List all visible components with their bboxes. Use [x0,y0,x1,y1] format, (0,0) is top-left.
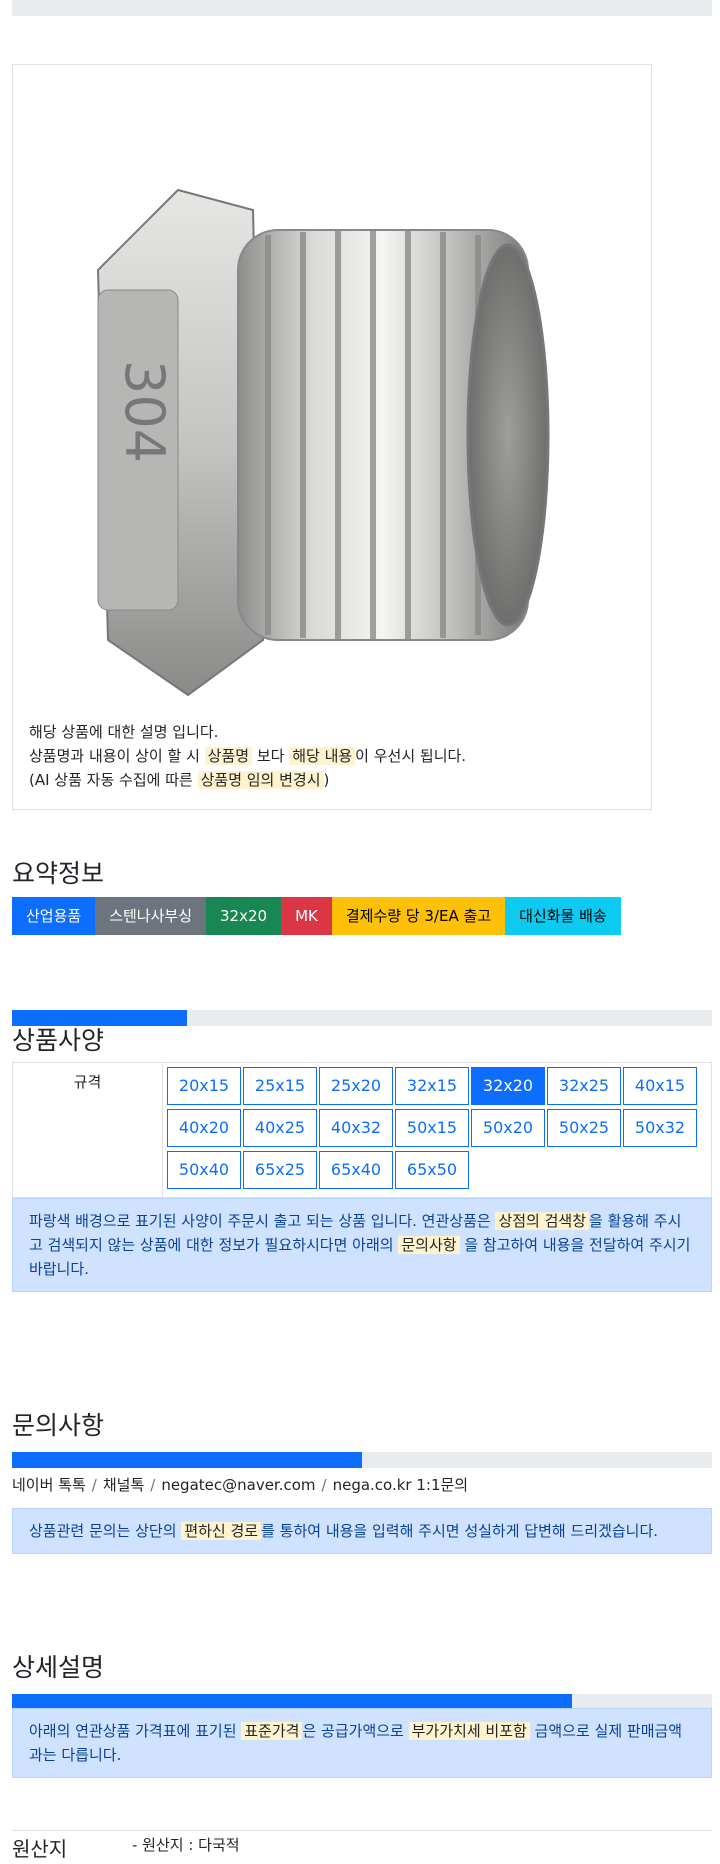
notice-text: 파랑색 배경으로 표기된 사양이 주문시 출고 되는 상품 입니다. 연관상품은 [29,1212,496,1230]
spec-option[interactable]: 25x15 [243,1067,317,1105]
spec-option[interactable]: 32x25 [547,1067,621,1105]
spec-option[interactable]: 40x20 [167,1109,241,1147]
breadcrumb-separator: / [150,1476,156,1494]
badge-quantity: 결제수량 당 3/EA 출고 [331,897,506,935]
spec-option[interactable]: 40x15 [623,1067,697,1105]
spec-options: 20x15 25x15 25x20 32x15 32x20 32x25 40x1… [163,1063,711,1197]
spec-title: 상품사양 [12,1026,105,1055]
highlight-text: 편하신 경로 [181,1522,262,1540]
badge-product-type: 스텐나사부싱 [95,897,207,935]
detail-notice: 아래의 연관상품 가격표에 표기된 표준가격 은 공급가액으로 부가가치세 비포함… [12,1708,712,1778]
detail-title: 상세설명 [12,1653,105,1682]
badge-shipping: 대신화물 배송 [505,897,621,935]
product-description: 해당 상품에 대한 설명 입니다. 상품명과 내용이 상이 할 시 상품명 보다… [29,720,466,792]
breadcrumb-separator: / [91,1476,97,1494]
inquiry-notice: 상품관련 문의는 상단의 편하신 경로 를 통하여 내용을 입력해 주시면 성실하… [12,1508,712,1554]
spec-option[interactable]: 40x25 [243,1109,317,1147]
inquiry-progress-bar [12,1452,712,1468]
notice-text: 은 공급가액으로 [302,1722,409,1740]
notice-text: 아래의 연관상품 가격표에 표기된 [29,1722,242,1740]
spec-option[interactable]: 50x15 [395,1109,469,1147]
description-text: 이 우선시 됩니다. [355,747,467,765]
description-text: ) [323,771,330,789]
spec-progress-bar [12,1010,712,1026]
contact-site-inquiry[interactable]: nega.co.kr 1:1문의 [333,1476,469,1494]
highlight-text: 상품명 임의 변경시 [197,771,324,789]
spec-option[interactable]: 50x40 [167,1151,241,1189]
spec-option[interactable]: 50x32 [623,1109,697,1147]
breadcrumb-separator: / [321,1476,327,1494]
origin-value: - 원산지 : 다국적 [132,1836,240,1854]
spec-option-selected[interactable]: 32x20 [471,1067,545,1105]
spec-label: 규격 [13,1063,163,1197]
spec-option[interactable]: 40x32 [319,1109,393,1147]
summary-title: 요약정보 [12,859,105,888]
highlight-text: 문의사항 [398,1236,460,1254]
spec-option[interactable]: 50x20 [471,1109,545,1147]
description-text: 해당 상품에 대한 설명 입니다. [29,723,219,741]
notice-text: 상품관련 문의는 상단의 [29,1522,182,1540]
description-text: 상품명과 내용이 상이 할 시 [29,747,205,765]
spec-option[interactable]: 32x15 [395,1067,469,1105]
badge-brand: MK [281,897,332,935]
highlight-text: 상점의 검색창 [495,1212,590,1230]
spec-option[interactable]: 65x50 [395,1151,469,1189]
badge-size: 32x20 [206,897,282,935]
origin-label: 원산지 [12,1837,68,1861]
description-line: 해당 상품에 대한 설명 입니다. [29,720,466,744]
summary-badges: 산업용품 스텐나사부싱 32x20 MK 결제수량 당 3/EA 출고 대신화물… [12,897,621,935]
inquiry-title: 문의사항 [12,1411,105,1440]
product-image: 304 [96,188,550,697]
contact-email[interactable]: negatec@naver.com [161,1476,315,1494]
origin-row: 원산지 - 원산지 : 다국적 [12,1830,712,1864]
spec-notice: 파랑색 배경으로 표기된 사양이 주문시 출고 되는 상품 입니다. 연관상품은… [12,1198,712,1292]
notice-text: 를 통하여 내용을 입력해 주시면 성실하게 답변해 드리겠습니다. [261,1522,659,1540]
product-card: 304 해당 상품에 대한 설명 입니다. 상품명과 내용이 상이 할 시 상품… [12,64,652,810]
badge-category: 산업용품 [12,897,96,935]
spec-option[interactable]: 65x40 [319,1151,393,1189]
spec-table: 규격 20x15 25x15 25x20 32x15 32x20 32x25 4… [12,1062,712,1198]
description-text: 보다 [252,747,290,765]
contact-breadcrumb: 네이버 톡톡 / 채널톡 / negatec@naver.com / nega.co.kr … [12,1474,468,1495]
spec-option[interactable]: 25x20 [319,1067,393,1105]
stamp-text: 304 [113,360,176,463]
highlight-text: 표준가격 [241,1722,303,1740]
top-progress-bar [12,0,712,16]
highlight-text: 상품명 [204,747,253,765]
contact-channel-talk[interactable]: 채널톡 [103,1476,144,1494]
description-line: 상품명과 내용이 상이 할 시 상품명 보다 해당 내용 이 우선시 됩니다. [29,744,466,768]
inquiry-progress-fill [12,1452,362,1468]
highlight-text: 해당 내용 [289,747,356,765]
spec-option[interactable]: 20x15 [167,1067,241,1105]
spec-option[interactable]: 65x25 [243,1151,317,1189]
spec-progress-fill [12,1010,187,1026]
description-line: (AI 상품 자동 수집에 따른 상품명 임의 변경시) [29,768,466,792]
description-text: (AI 상품 자동 수집에 따른 [29,771,198,789]
spec-option[interactable]: 50x25 [547,1109,621,1147]
highlight-text: 부가가치세 비포함 [408,1722,530,1740]
contact-naver-talk[interactable]: 네이버 톡톡 [12,1476,86,1494]
